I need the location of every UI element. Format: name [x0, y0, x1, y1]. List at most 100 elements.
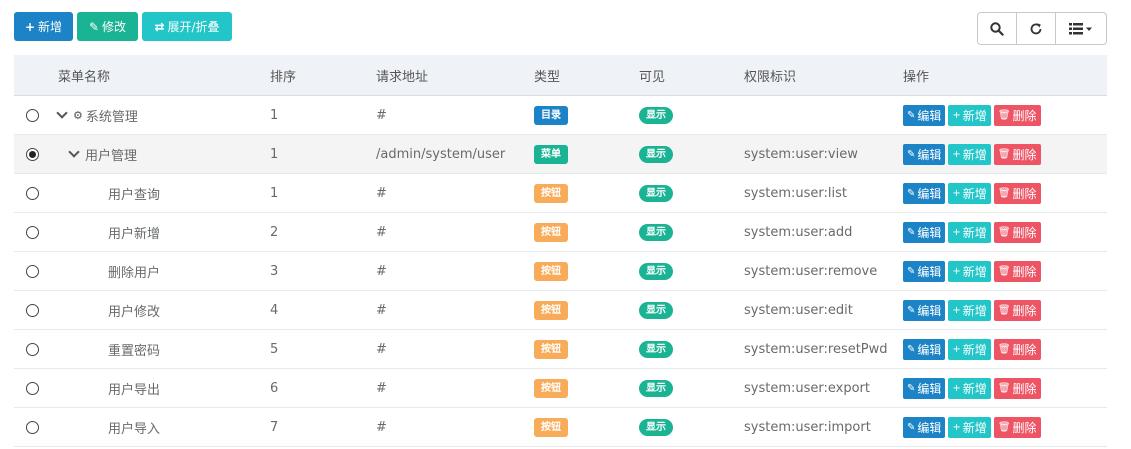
table-row[interactable]: 用户新增 2 # 按钮 显示 system:user:add ✎ 编辑 + 新增 🗑…	[14, 213, 1107, 252]
row-edit-button[interactable]: ✎ 编辑	[903, 377, 946, 399]
expand-collapse-button[interactable]: ⇄ 展开/折叠	[142, 12, 232, 41]
plus-icon: +	[952, 148, 961, 160]
name-cell: 删除用户	[50, 262, 270, 281]
row-edit-button[interactable]: ✎ 编辑	[903, 104, 946, 126]
add-button[interactable]: + 新增	[14, 12, 73, 41]
search-icon	[990, 21, 1004, 36]
trash-icon: 🗑	[997, 265, 1011, 277]
header-type[interactable]: 类型	[534, 66, 639, 85]
table-row[interactable]: 用户查询 1 # 按钮 显示 system:user:list ✎ 编辑 + 新增 …	[14, 174, 1107, 213]
row-add-button[interactable]: + 新增	[948, 143, 991, 165]
header-perm[interactable]: 权限标识	[744, 66, 903, 85]
perm-cell: system:user:remove	[744, 263, 878, 279]
table-row[interactable]: 删除用户 3 # 按钮 显示 system:user:remove ✎ 编辑 + 新…	[14, 252, 1107, 291]
row-delete-label: 删除	[1012, 342, 1037, 357]
row-edit-button[interactable]: ✎ 编辑	[903, 260, 946, 282]
table-row[interactable]: 用户导入 7 # 按钮 显示 system:user:import ✎ 编辑 + 新…	[14, 408, 1107, 447]
gear-icon: ⚙	[73, 108, 83, 122]
table-row[interactable]: 用户导出 6 # 按钮 显示 system:user:export ✎ 编辑 + 新…	[14, 369, 1107, 408]
columns-dropdown-button[interactable]	[1056, 13, 1106, 44]
trash-icon: 🗑	[997, 343, 1011, 355]
visible-badge: 显示	[639, 223, 673, 241]
row-edit-button[interactable]: ✎ 编辑	[903, 338, 946, 360]
row-delete-button[interactable]: 🗑 删除	[993, 260, 1041, 282]
row-select-radio[interactable]	[25, 303, 39, 317]
name-cell: 用户管理	[50, 145, 270, 164]
visible-badge: 显示	[639, 262, 673, 280]
row-delete-button[interactable]: 🗑 删除	[993, 338, 1041, 360]
sort-cell: 1	[270, 146, 279, 162]
table-row[interactable]: 用户修改 4 # 按钮 显示 system:user:edit ✎ 编辑 + 新增 …	[14, 291, 1107, 330]
row-select-radio[interactable]	[25, 342, 39, 356]
visible-badge: 显示	[639, 184, 673, 202]
edit-icon: ✎	[907, 187, 916, 199]
row-edit-label: 编辑	[917, 225, 942, 240]
row-select-radio[interactable]	[25, 225, 39, 239]
table-body: ⚙ 系统管理 1 # 目录 显示 ✎ 编辑 + 新增 🗑 删除 用户管理 1 /admi…	[14, 96, 1107, 447]
edit-icon: ✎	[907, 421, 916, 433]
row-delete-label: 删除	[1012, 264, 1037, 279]
header-sort[interactable]: 排序	[270, 66, 376, 85]
row-add-button[interactable]: + 新增	[948, 338, 991, 360]
name-cell: 用户导入	[50, 418, 270, 437]
search-toggle-button[interactable]	[978, 13, 1017, 44]
toolbar: + 新增 ✎ 修改 ⇄ 展开/折叠	[14, 12, 232, 41]
row-add-button[interactable]: + 新增	[948, 221, 991, 243]
row-edit-label: 编辑	[917, 108, 942, 123]
url-cell: #	[376, 224, 387, 240]
refresh-button[interactable]	[1017, 13, 1056, 44]
row-add-button[interactable]: + 新增	[948, 260, 991, 282]
row-add-label: 新增	[962, 420, 987, 435]
header-visible[interactable]: 可见	[639, 66, 744, 85]
chevron-down-icon[interactable]	[68, 145, 80, 158]
row-delete-button[interactable]: 🗑 删除	[993, 143, 1041, 165]
table-row[interactable]: 重置密码 5 # 按钮 显示 system:user:resetPwd ✎ 编辑 …	[14, 330, 1107, 369]
row-select-radio[interactable]	[25, 264, 39, 278]
plus-icon: +	[952, 226, 961, 238]
row-select-radio[interactable]	[25, 108, 39, 122]
edit-icon: ✎	[907, 109, 916, 121]
row-delete-button[interactable]: 🗑 删除	[993, 416, 1041, 438]
add-button-label: 新增	[38, 20, 63, 34]
row-edit-button[interactable]: ✎ 编辑	[903, 182, 946, 204]
row-delete-button[interactable]: 🗑 删除	[993, 221, 1041, 243]
chevron-down-icon[interactable]	[56, 106, 68, 119]
type-badge: 菜单	[534, 144, 568, 164]
row-edit-button[interactable]: ✎ 编辑	[903, 299, 946, 321]
row-select-radio[interactable]	[25, 420, 39, 434]
name-cell: 重置密码	[50, 340, 270, 359]
row-delete-button[interactable]: 🗑 删除	[993, 377, 1041, 399]
row-delete-button[interactable]: 🗑 删除	[993, 299, 1041, 321]
menu-name: 用户管理	[85, 148, 138, 164]
row-select-radio[interactable]	[25, 381, 39, 395]
trash-icon: 🗑	[997, 148, 1011, 160]
visible-badge: 显示	[639, 418, 673, 436]
row-add-button[interactable]: + 新增	[948, 104, 991, 126]
plus-icon: +	[952, 421, 961, 433]
sort-cell: 4	[270, 302, 279, 318]
row-add-button[interactable]: + 新增	[948, 299, 991, 321]
url-cell: #	[376, 263, 387, 279]
row-add-button[interactable]: + 新增	[948, 416, 991, 438]
header-url[interactable]: 请求地址	[376, 66, 534, 85]
row-delete-button[interactable]: 🗑 删除	[993, 182, 1041, 204]
row-select-radio[interactable]	[25, 186, 39, 200]
name-cell: 用户导出	[50, 379, 270, 398]
row-edit-button[interactable]: ✎ 编辑	[903, 221, 946, 243]
row-edit-button[interactable]: ✎ 编辑	[903, 143, 946, 165]
table-row[interactable]: ⚙ 系统管理 1 # 目录 显示 ✎ 编辑 + 新增 🗑 删除	[14, 96, 1107, 135]
edit-icon: ✎	[907, 382, 916, 394]
edit-button[interactable]: ✎ 修改	[77, 12, 138, 41]
type-badge: 按钮	[534, 300, 568, 320]
sort-cell: 7	[270, 419, 279, 435]
table-row[interactable]: 用户管理 1 /admin/system/user 菜单 显示 system:u…	[14, 135, 1107, 174]
row-add-button[interactable]: + 新增	[948, 377, 991, 399]
row-add-button[interactable]: + 新增	[948, 182, 991, 204]
header-name[interactable]: 菜单名称	[50, 66, 270, 85]
perm-cell: system:user:import	[744, 419, 871, 435]
row-select-radio[interactable]	[25, 147, 39, 161]
row-add-label: 新增	[962, 264, 987, 279]
row-delete-button[interactable]: 🗑 删除	[993, 104, 1041, 126]
name-cell: 用户修改	[50, 301, 270, 320]
row-edit-button[interactable]: ✎ 编辑	[903, 416, 946, 438]
